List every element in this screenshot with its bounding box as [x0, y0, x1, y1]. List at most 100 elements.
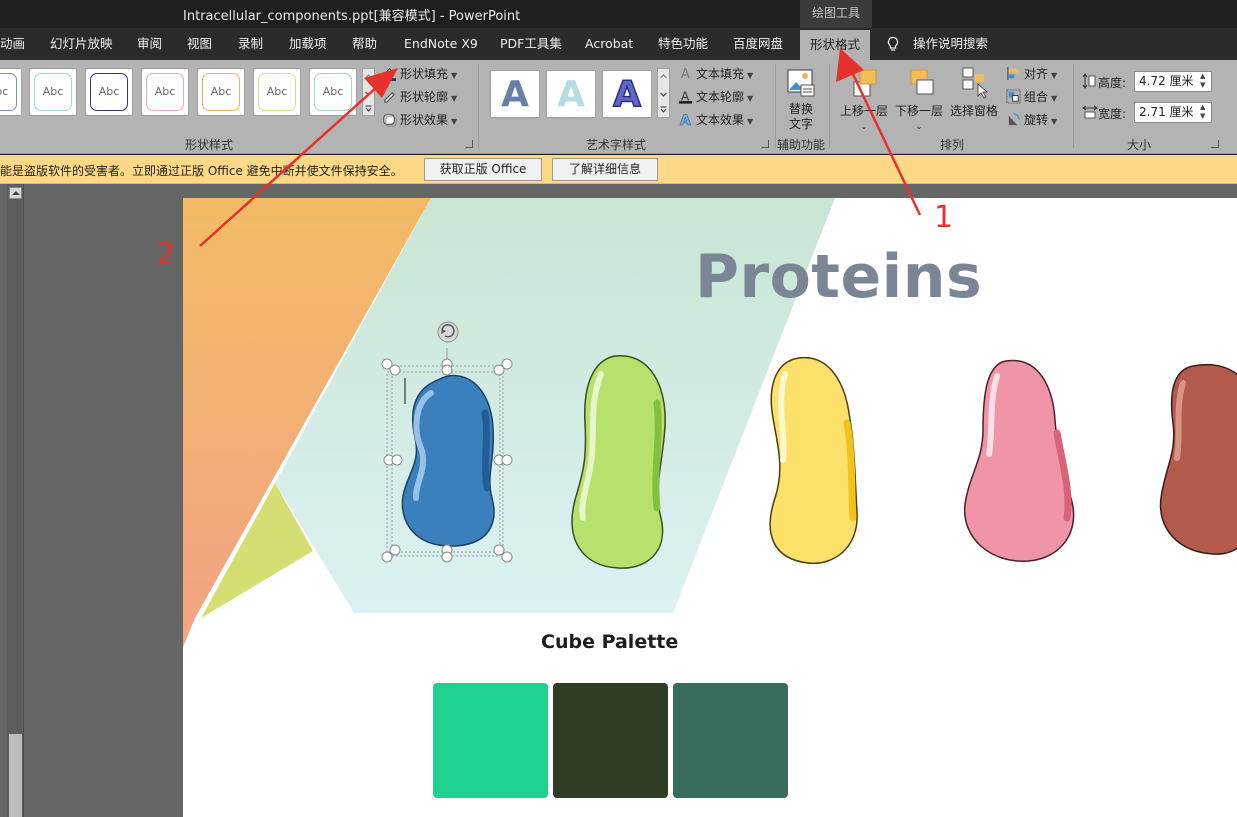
palette-title[interactable]: Cube Palette [541, 631, 678, 653]
tab-help[interactable]: 帮助 [352, 28, 377, 60]
bring-forward-icon [853, 69, 877, 97]
shape-style-preview: Abc [146, 73, 184, 111]
tab-shape-format[interactable]: 形状格式 [800, 30, 871, 60]
rotate-label: 旋转 [1024, 113, 1049, 127]
bring-forward-label: 上移一层 [839, 104, 888, 118]
scrollbar-thumb[interactable] [9, 734, 22, 817]
group-objects-icon [1006, 89, 1021, 104]
shape-style-swatch[interactable]: Abc [197, 68, 245, 116]
shape-style-swatch[interactable]: Abc [29, 68, 77, 116]
height-row: 高度: 4.72 厘米 ▲ ▼ [1082, 71, 1222, 93]
gallery-scroll-arrows-icon [365, 74, 372, 112]
gallery-scroll-arrows-icon [660, 74, 667, 113]
height-label: 高度: [1098, 76, 1127, 90]
send-backward-button[interactable]: 下移一层 ⌄ [893, 66, 945, 134]
tab-record[interactable]: 录制 [238, 28, 263, 60]
width-icon [1082, 105, 1098, 119]
wordart-style-plain[interactable]: A [490, 70, 540, 118]
shape-style-preview: Abc [90, 73, 128, 111]
shape-fill-button[interactable]: 形状填充 ▼ [382, 64, 457, 84]
group-divider [1073, 64, 1074, 148]
send-backward-icon [910, 69, 934, 95]
license-warning-bar: 能是盗版软件的受害者。立即通过正版 Office 避免中断并使文件保持安全。 获… [0, 155, 1237, 184]
shape-style-gallery-scroll[interactable] [362, 68, 375, 116]
shape-styles-launcher[interactable] [465, 140, 473, 148]
wordart-style-light[interactable]: A [546, 70, 596, 118]
protein-bean-pink [963, 359, 1075, 562]
svg-text:A: A [680, 113, 691, 127]
palette-cube-2[interactable] [553, 683, 668, 798]
selection-pane-icon [962, 67, 989, 99]
align-label: 对齐 [1024, 67, 1049, 81]
window-title: Intracellular_components.ppt[兼容模式] - Pow… [183, 9, 521, 24]
selection-pane-label: 选择窗格 [949, 104, 998, 118]
text-outline-icon: A [678, 89, 693, 104]
protein-bean-blue [401, 374, 495, 547]
wordart-styles-launcher[interactable] [761, 140, 769, 148]
scroll-up-arrow[interactable] [9, 187, 22, 199]
alt-text-label-line1: 替换 [788, 102, 813, 116]
size-group-label: 大小 [1127, 138, 1152, 152]
drawing-tools-context-label: 绘图工具 [800, 0, 872, 28]
protein-bean-brown [1159, 363, 1237, 555]
shape-effects-icon [383, 114, 397, 127]
tab-review[interactable]: 审阅 [137, 28, 162, 60]
tab-endnote[interactable]: EndNote X9 [404, 28, 478, 60]
shape-style-preview: Abc [34, 73, 72, 111]
shape-outline-button[interactable]: 形状轮廓 ▼ [382, 87, 457, 107]
text-effects-button[interactable]: A 文本效果 ▼ [678, 110, 754, 130]
selection-pane-button[interactable]: 选择窗格 [947, 66, 1001, 119]
text-effects-icon: A [680, 113, 692, 127]
slide-title[interactable]: Proteins [695, 242, 982, 312]
tab-baidu-netdisk[interactable]: 百度网盘 [733, 28, 783, 60]
align-button[interactable]: 对齐 ▼ [1006, 64, 1057, 84]
shape-style-swatch[interactable]: Abc [0, 68, 22, 116]
slide-canvas[interactable]: Proteins Cube Palette [183, 198, 1237, 817]
ribbon: Abc Abc Abc Abc Abc Abc Abc 形状填充▼ 形状轮廓▼ … [0, 60, 1237, 154]
rotate-button[interactable]: 旋转 ▼ [1006, 110, 1057, 130]
send-backward-label: 下移一层 [894, 104, 943, 118]
bring-forward-button[interactable]: 上移一层 ⌄ [838, 66, 890, 134]
get-genuine-office-button[interactable]: 获取正版 Office [424, 158, 542, 181]
shape-style-swatch[interactable]: Abc [85, 68, 133, 116]
palette-cube-1[interactable] [433, 683, 548, 798]
text-effects-label: 文本效果 [696, 113, 745, 127]
wordart-style-outline[interactable]: A [602, 70, 652, 118]
width-row: 宽度: 2.71 厘米 ▲ ▼ [1082, 102, 1222, 124]
group-divider [775, 64, 776, 148]
height-spinner[interactable]: ▲ ▼ [1200, 72, 1205, 90]
protein-bean-yellow [769, 357, 858, 565]
wordart-styles-group-label: 艺术字样式 [586, 138, 647, 152]
group-divider [829, 64, 830, 148]
shape-effects-button[interactable]: 形状效果 ▼ [382, 110, 457, 130]
wordart-gallery-scroll[interactable] [657, 68, 670, 118]
palette-cube-3[interactable] [673, 683, 788, 798]
text-fill-button[interactable]: A 文本填充 ▼ [678, 64, 753, 84]
tab-special-features[interactable]: 特色功能 [658, 28, 708, 60]
shape-style-preview: Abc [0, 73, 17, 111]
shape-fill-label: 形状填充 [400, 67, 449, 81]
shape-style-swatch[interactable]: Abc [309, 68, 357, 116]
tab-animations[interactable]: 动画 [0, 28, 25, 60]
width-spinner[interactable]: ▲ ▼ [1200, 103, 1205, 121]
alt-text-button[interactable]: 替换 文字 [784, 68, 818, 132]
shape-style-swatch[interactable]: Abc [141, 68, 189, 116]
arrange-group-label: 排列 [940, 138, 965, 152]
annotation-number-2: 2 [156, 237, 176, 272]
tab-add-ins[interactable]: 加载项 [289, 28, 327, 60]
tell-me-search[interactable]: 操作说明搜索 [885, 28, 988, 60]
lightbulb-icon [887, 36, 899, 51]
size-launcher[interactable] [1211, 140, 1219, 148]
text-outline-button[interactable]: A 文本轮廓 ▼ [678, 87, 753, 107]
pen-outline-icon [384, 92, 395, 103]
vertical-scrollbar[interactable] [7, 184, 24, 817]
tab-pdf-tools[interactable]: PDF工具集 [500, 28, 562, 60]
tab-acrobat[interactable]: Acrobat [585, 28, 633, 60]
shape-style-preview: Abc [202, 73, 240, 111]
tab-view[interactable]: 视图 [187, 28, 212, 60]
tab-slide-show[interactable]: 幻灯片放映 [50, 28, 113, 60]
group-button[interactable]: 组合 ▼ [1006, 87, 1057, 107]
learn-more-button[interactable]: 了解详细信息 [552, 158, 658, 181]
shape-effects-label: 形状效果 [400, 113, 449, 127]
shape-style-swatch[interactable]: Abc [253, 68, 301, 116]
